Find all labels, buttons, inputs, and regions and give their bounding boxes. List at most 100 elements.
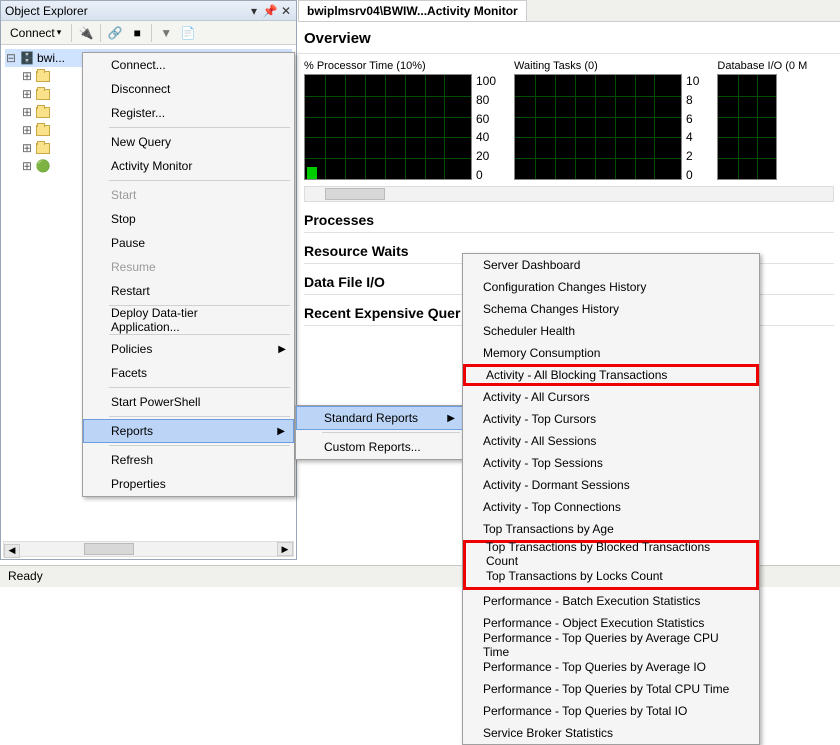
menu-divider [109, 445, 290, 446]
collapse-icon[interactable]: ⊟ [5, 51, 17, 65]
tab-activity-monitor[interactable]: bwiplmsrv04\BWIW...Activity Monitor [298, 0, 527, 21]
menu-new-query[interactable]: New Query [83, 130, 294, 154]
report-config-changes[interactable]: Configuration Changes History [463, 276, 759, 298]
scroll-left-icon[interactable]: ◀ [4, 544, 20, 558]
reports-submenu: Standard Reports▶ Custom Reports... [295, 405, 465, 460]
menu-activity-monitor[interactable]: Activity Monitor [83, 154, 294, 178]
report-activity-top-sessions[interactable]: Activity - Top Sessions [463, 452, 759, 474]
menu-disconnect[interactable]: Disconnect [83, 77, 294, 101]
disconnect-icon[interactable]: 🔗 [107, 25, 123, 41]
menu-restart[interactable]: Restart [83, 279, 294, 303]
report-perf-top-io-total[interactable]: Performance - Top Queries by Total IO [463, 700, 759, 722]
menu-properties[interactable]: Properties [83, 472, 294, 496]
menu-divider [109, 334, 290, 335]
report-scheduler-health[interactable]: Scheduler Health [463, 320, 759, 342]
report-service-broker[interactable]: Service Broker Statistics [463, 722, 759, 744]
expand-icon[interactable]: ⊞ [21, 105, 33, 119]
tree-hscroll[interactable]: ◀ ▶ [3, 541, 294, 557]
dropdown-icon[interactable]: ▾ [248, 5, 260, 17]
report-perf-top-cpu-total[interactable]: Performance - Top Queries by Total CPU T… [463, 678, 759, 700]
submenu-arrow-icon: ▶ [277, 426, 285, 437]
expand-icon[interactable]: ⊞ [21, 69, 33, 83]
menu-start: Start [83, 183, 294, 207]
expand-icon[interactable]: ⊞ [21, 123, 33, 137]
close-icon[interactable]: ✕ [280, 5, 292, 17]
connect-button[interactable]: Connect▾ [6, 25, 65, 41]
menu-start-powershell[interactable]: Start PowerShell [83, 390, 294, 414]
scroll-thumb[interactable] [84, 543, 134, 555]
report-perf-batch[interactable]: Performance - Batch Execution Statistics [463, 590, 759, 612]
chart-waiting-tasks: Waiting Tasks (0) 10 8 6 4 2 0 [514, 60, 699, 182]
report-perf-top-io-avg[interactable]: Performance - Top Queries by Average IO [463, 656, 759, 678]
divider [298, 53, 840, 54]
report-memory-consumption[interactable]: Memory Consumption [463, 342, 759, 364]
status-text: Ready [8, 569, 43, 583]
menu-reports[interactable]: Reports▶ [83, 419, 294, 443]
panel-header: Object Explorer ▾ 📌 ✕ [1, 1, 296, 21]
menu-standard-reports[interactable]: Standard Reports▶ [296, 406, 464, 430]
chart-processor-time: % Processor Time (10%) 100 80 60 40 20 0 [304, 60, 496, 182]
expand-icon[interactable]: ⊞ [21, 159, 33, 173]
report-activity-all-sessions[interactable]: Activity - All Sessions [463, 430, 759, 452]
folder-icon [35, 68, 51, 84]
menu-facets[interactable]: Facets [83, 361, 294, 385]
server-context-menu: Connect... Disconnect Register... New Qu… [82, 52, 295, 497]
menu-policies[interactable]: Policies▶ [83, 337, 294, 361]
report-server-dashboard[interactable]: Server Dashboard [463, 254, 759, 276]
charts-hscroll[interactable] [304, 186, 834, 202]
chart-y-axis: 10 8 6 4 2 0 [682, 74, 699, 182]
report-activity-all-cursors[interactable]: Activity - All Cursors [463, 386, 759, 408]
report-schema-changes[interactable]: Schema Changes History [463, 298, 759, 320]
folder-icon [35, 122, 51, 138]
menu-divider [322, 432, 460, 433]
tab-strip: bwiplmsrv04\BWIW...Activity Monitor [298, 0, 840, 22]
menu-divider [109, 127, 290, 128]
filter-icon[interactable]: ▼ [158, 25, 174, 41]
menu-connect[interactable]: Connect... [83, 53, 294, 77]
report-icon[interactable]: 📄 [180, 25, 196, 41]
report-activity-all-blocking[interactable]: Activity - All Blocking Transactions [463, 364, 759, 386]
report-activity-dormant-sessions[interactable]: Activity - Dormant Sessions [463, 474, 759, 496]
submenu-arrow-icon: ▶ [447, 413, 455, 424]
highlight-group: Top Transactions by Blocked Transactions… [463, 540, 759, 590]
scroll-thumb[interactable] [325, 188, 385, 200]
chart-canvas [514, 74, 682, 180]
menu-divider [109, 416, 290, 417]
menu-divider [109, 387, 290, 388]
section-processes[interactable]: Processes [298, 202, 840, 232]
chart-canvas [717, 74, 777, 180]
chart-canvas [304, 74, 472, 180]
menu-pause[interactable]: Pause [83, 231, 294, 255]
scroll-right-icon[interactable]: ▶ [277, 542, 293, 556]
menu-deploy-dac[interactable]: Deploy Data-tier Application... [83, 308, 294, 332]
menu-divider [109, 180, 290, 181]
submenu-arrow-icon: ▶ [278, 344, 286, 355]
folder-icon [35, 104, 51, 120]
agent-icon: 🟢 [35, 158, 51, 174]
report-top-tx-blocked[interactable]: Top Transactions by Blocked Transactions… [466, 543, 756, 565]
object-explorer-toolbar: Connect▾ 🔌 🔗 ■ ▼ 📄 [1, 21, 296, 45]
charts-row: % Processor Time (10%) 100 80 60 40 20 0 [298, 60, 840, 182]
menu-refresh[interactable]: Refresh [83, 448, 294, 472]
report-top-tx-locks[interactable]: Top Transactions by Locks Count [466, 565, 756, 587]
report-activity-top-connections[interactable]: Activity - Top Connections [463, 496, 759, 518]
server-icon: 🗄️ [19, 50, 35, 66]
connect-icon[interactable]: 🔌 [78, 25, 94, 41]
panel-title-text: Object Explorer [5, 4, 88, 18]
pin-icon[interactable]: 📌 [264, 5, 276, 17]
stop-icon[interactable]: ■ [129, 25, 145, 41]
folder-icon [35, 86, 51, 102]
cpu-data-point [307, 167, 317, 179]
menu-stop[interactable]: Stop [83, 207, 294, 231]
standard-reports-submenu: Server Dashboard Configuration Changes H… [462, 253, 760, 745]
menu-resume: Resume [83, 255, 294, 279]
menu-register[interactable]: Register... [83, 101, 294, 125]
overview-heading: Overview [298, 22, 840, 51]
report-activity-top-cursors[interactable]: Activity - Top Cursors [463, 408, 759, 430]
report-top-tx-age[interactable]: Top Transactions by Age [463, 518, 759, 540]
folder-icon [35, 140, 51, 156]
report-perf-top-cpu-avg[interactable]: Performance - Top Queries by Average CPU… [463, 634, 759, 656]
menu-custom-reports[interactable]: Custom Reports... [296, 435, 464, 459]
expand-icon[interactable]: ⊞ [21, 87, 33, 101]
expand-icon[interactable]: ⊞ [21, 141, 33, 155]
